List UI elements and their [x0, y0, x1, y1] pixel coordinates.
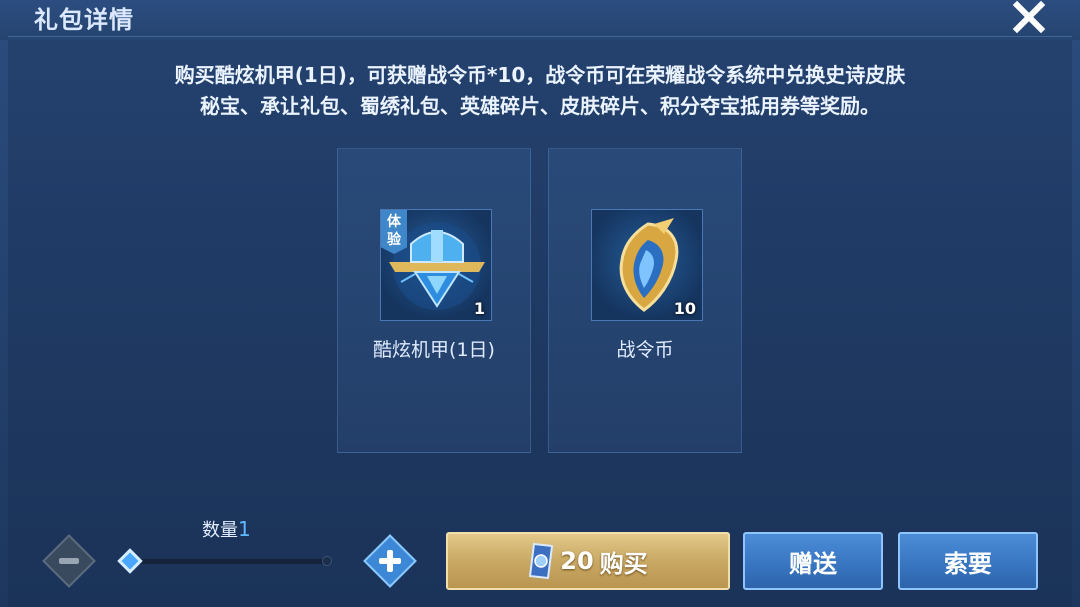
slider-end-cap: [322, 556, 332, 566]
increase-quantity-button[interactable]: [363, 534, 417, 588]
dialog-frame-left: [0, 40, 8, 607]
quantity-slider-track[interactable]: [134, 559, 329, 564]
dialog-frame-right: [1072, 40, 1080, 607]
reward-thumbnail: 10: [591, 209, 703, 321]
coupon-ticket-icon: [529, 542, 554, 580]
quantity-value: 1: [238, 517, 251, 541]
reward-quantity: 10: [673, 299, 696, 318]
description-line-1: 购买酷炫机甲(1日)，可获赠战令币*10，战令币可在荣耀战令系统中兑换史诗皮肤: [174, 63, 906, 87]
buy-button[interactable]: 20 购买: [446, 532, 730, 590]
decrease-quantity-button[interactable]: [42, 534, 96, 588]
close-icon: [1012, 1, 1046, 33]
reward-card-coin[interactable]: 10 战令币: [548, 148, 742, 453]
reward-thumbnail: 体验 1: [380, 209, 492, 321]
close-button[interactable]: [1008, 0, 1050, 34]
dialog-header-bar: [0, 0, 1080, 40]
quantity-label: 数量1: [202, 516, 251, 542]
minus-icon: [59, 558, 79, 564]
dialog-title: 礼包详情: [34, 6, 134, 34]
request-gift-button[interactable]: 索要: [898, 532, 1038, 590]
buy-label: 购买: [599, 549, 648, 578]
trial-badge: 体验: [381, 210, 407, 254]
package-description: 购买酷炫机甲(1日)，可获赠战令币*10，战令币可在荣耀战令系统中兑换史诗皮肤 …: [40, 60, 1040, 122]
quantity-slider-handle[interactable]: [116, 547, 144, 575]
description-line-2: 秘宝、承让礼包、蜀绣礼包、英雄碎片、皮肤碎片、积分夺宝抵用券等奖励。: [200, 94, 880, 118]
reward-name: 酷炫机甲(1日): [373, 339, 495, 361]
reward-name: 战令币: [616, 339, 674, 361]
slider-diamond-icon: [117, 548, 143, 574]
reward-card-mecha[interactable]: 体验 1 酷炫机甲(1日): [337, 148, 531, 453]
header-divider: [8, 36, 1072, 37]
buy-price: 20: [560, 547, 594, 575]
gift-button[interactable]: 赠送: [743, 532, 883, 590]
quantity-label-text: 数量: [202, 520, 238, 541]
reward-quantity: 1: [473, 299, 485, 318]
plus-icon: [379, 550, 401, 572]
